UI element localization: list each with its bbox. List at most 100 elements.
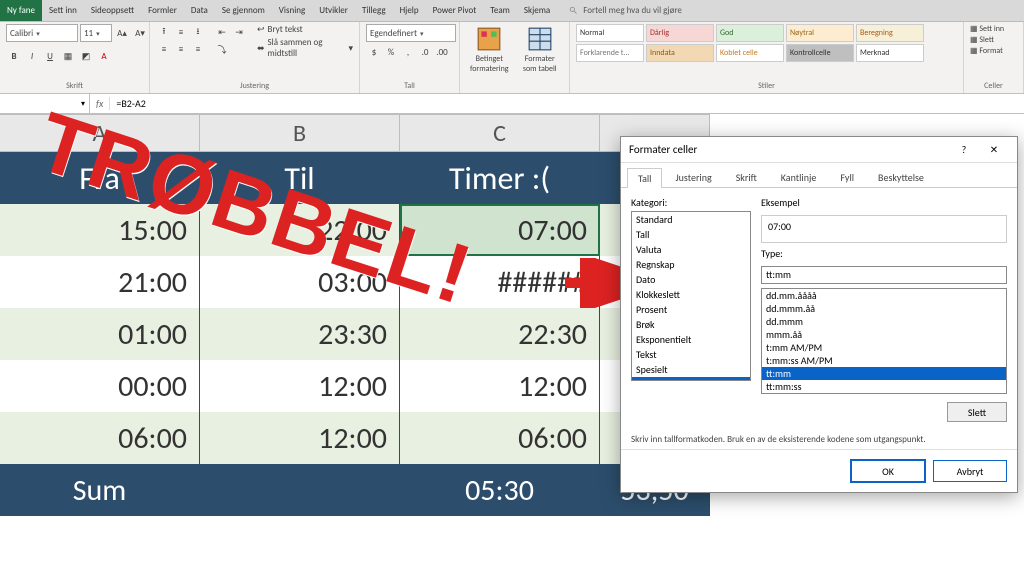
menu-tab-tillegg[interactable]: Tillegg <box>355 0 393 21</box>
category-item[interactable]: Regnskap <box>632 257 750 272</box>
style-cell-inndata[interactable]: Inndata <box>646 44 714 62</box>
increase-indent-button[interactable]: ⇥ <box>231 24 247 40</box>
align-right-button[interactable]: ≡ <box>190 41 206 57</box>
menu-tab-se-gjennom[interactable]: Se gjennom <box>215 0 272 21</box>
category-item[interactable]: Eksponentielt <box>632 332 750 347</box>
shrink-font-button[interactable]: A▾ <box>132 25 148 41</box>
dialog-close-button[interactable]: ✕ <box>979 143 1009 156</box>
menu-tab-sideoppsett[interactable]: Sideoppsett <box>84 0 141 21</box>
style-cell-normal[interactable]: Normal <box>576 24 644 42</box>
increase-decimal-button[interactable]: .0 <box>417 44 433 60</box>
align-middle-button[interactable]: ≡ <box>173 24 189 40</box>
format-listbox[interactable]: dd.mm.åååådd.mmm.åådd.mmmmmm.ååt:mm AM/P… <box>761 288 1007 394</box>
format-item[interactable]: tt:mm <box>762 367 1006 380</box>
menu-tab-skjema[interactable]: Skjema <box>517 0 557 21</box>
format-item[interactable]: dd.mmm.åå <box>762 302 1006 315</box>
cell[interactable]: 00:00 <box>0 360 200 412</box>
format-item[interactable]: tt:mm:ss <box>762 380 1006 393</box>
cell[interactable]: 03:00 <box>200 256 400 308</box>
category-listbox[interactable]: StandardTallValutaRegnskapDatoKlokkeslet… <box>631 211 751 381</box>
style-cell-merknad[interactable]: Merknad <box>856 44 924 62</box>
cell[interactable]: 07:00 <box>400 204 600 256</box>
menu-tab-hjelp[interactable]: Hjelp <box>393 0 426 21</box>
cell[interactable]: 22:30 <box>400 308 600 360</box>
category-item[interactable]: Prosent <box>632 302 750 317</box>
sum-cell[interactable]: Sum <box>0 464 200 516</box>
col-header[interactable]: C <box>400 114 600 152</box>
category-item[interactable]: Spesielt <box>632 362 750 377</box>
menu-tab-ny-fane[interactable]: Ny fane <box>0 0 42 21</box>
cell[interactable]: 06:00 <box>400 412 600 464</box>
menu-tab-data[interactable]: Data <box>184 0 215 21</box>
merge-center-button[interactable]: ⬌Slå sammen og midtstill▾ <box>257 37 353 59</box>
align-center-button[interactable]: ≡ <box>173 41 189 57</box>
category-item[interactable]: Egendefinert <box>632 377 750 381</box>
cell[interactable]: 12:00 <box>400 360 600 412</box>
dialog-tab-kantlinje[interactable]: Kantlinje <box>770 167 828 187</box>
cell[interactable]: 21:00 <box>0 256 200 308</box>
dialog-tab-beskyttelse[interactable]: Beskyttelse <box>867 167 935 187</box>
menu-tab-team[interactable]: Team <box>483 0 517 21</box>
type-input[interactable]: tt:mm <box>761 266 1007 284</box>
menu-tab-utvikler[interactable]: Utvikler <box>312 0 355 21</box>
orientation-button[interactable]: ⤵ <box>214 41 230 57</box>
dialog-help-button[interactable]: ? <box>949 143 979 156</box>
category-item[interactable]: Standard <box>632 212 750 227</box>
align-left-button[interactable]: ≡ <box>156 41 172 57</box>
format-item[interactable]: dd.mmm <box>762 315 1006 328</box>
menu-tab-formler[interactable]: Formler <box>141 0 184 21</box>
category-item[interactable]: Valuta <box>632 242 750 257</box>
menu-tab-visning[interactable]: Visning <box>272 0 312 21</box>
table-header-cell[interactable]: Fra <box>0 152 200 204</box>
number-format-combo[interactable]: Egendefinert▾ <box>366 24 456 42</box>
currency-button[interactable]: $ <box>366 44 382 60</box>
fill-color-button[interactable]: ◩ <box>78 48 94 64</box>
style-cell-n-ytral[interactable]: Nøytral <box>786 24 854 42</box>
cell[interactable]: 12:00 <box>200 412 400 464</box>
dialog-tab-fyll[interactable]: Fyll <box>829 167 865 187</box>
name-box[interactable]: ▾ <box>0 94 90 113</box>
underline-button[interactable]: U <box>42 48 58 64</box>
format-item[interactable]: mmm.åå <box>762 328 1006 341</box>
menu-tab-power-pivot[interactable]: Power Pivot <box>426 0 484 21</box>
align-bottom-button[interactable]: ⭳ <box>190 24 206 40</box>
format-item[interactable]: t:mm AM/PM <box>762 341 1006 354</box>
tell-me-search[interactable]: Fortell meg hva du vil gjøre <box>557 5 682 16</box>
wrap-text-button[interactable]: ↩Bryt tekst <box>257 24 353 35</box>
sum-cell[interactable] <box>200 464 400 516</box>
ok-button[interactable]: OK <box>851 460 925 482</box>
sum-cell[interactable]: 05:30 <box>400 464 600 516</box>
fx-button[interactable]: fx <box>90 97 110 110</box>
cell[interactable]: ###### <box>400 256 600 308</box>
style-cell-forklarende-t-[interactable]: Forklarende t... <box>576 44 644 62</box>
font-size-combo[interactable]: 11▾ <box>80 24 112 42</box>
table-header-cell[interactable]: Timer :( <box>400 152 600 204</box>
cells-slett-button[interactable]: ▦ Slett <box>970 35 1004 45</box>
cell[interactable]: 12:00 <box>200 360 400 412</box>
formula-input[interactable]: =B2-A2 <box>110 97 151 110</box>
style-cell-god[interactable]: God <box>716 24 784 42</box>
cell[interactable]: 01:00 <box>0 308 200 360</box>
cell[interactable]: 23:30 <box>200 308 400 360</box>
format-as-table-button[interactable]: Formater som tabell <box>517 24 564 76</box>
align-top-button[interactable]: ⭱ <box>156 24 172 40</box>
format-item[interactable]: dd.mm.åååå tt:mm <box>762 393 1006 394</box>
style-cell-koblet-celle[interactable]: Koblet celle <box>716 44 784 62</box>
cells-format-button[interactable]: ▦ Format <box>970 46 1004 56</box>
delete-format-button[interactable]: Slett <box>947 402 1007 422</box>
format-item[interactable]: t:mm:ss AM/PM <box>762 354 1006 367</box>
category-item[interactable]: Klokkeslett <box>632 287 750 302</box>
category-item[interactable]: Brøk <box>632 317 750 332</box>
cell[interactable]: 15:00 <box>0 204 200 256</box>
dialog-tab-tall[interactable]: Tall <box>627 168 662 188</box>
cells-sett inn-button[interactable]: ▦ Sett inn <box>970 24 1004 34</box>
category-item[interactable]: Tekst <box>632 347 750 362</box>
grow-font-button[interactable]: A▴ <box>114 25 130 41</box>
cancel-button[interactable]: Avbryt <box>933 460 1007 482</box>
font-name-combo[interactable]: Calibri▾ <box>6 24 78 42</box>
format-item[interactable]: dd.mm.åååå <box>762 289 1006 302</box>
percent-button[interactable]: % <box>383 44 399 60</box>
comma-button[interactable]: , <box>400 44 416 60</box>
cell[interactable]: 22:00 <box>200 204 400 256</box>
category-item[interactable]: Tall <box>632 227 750 242</box>
